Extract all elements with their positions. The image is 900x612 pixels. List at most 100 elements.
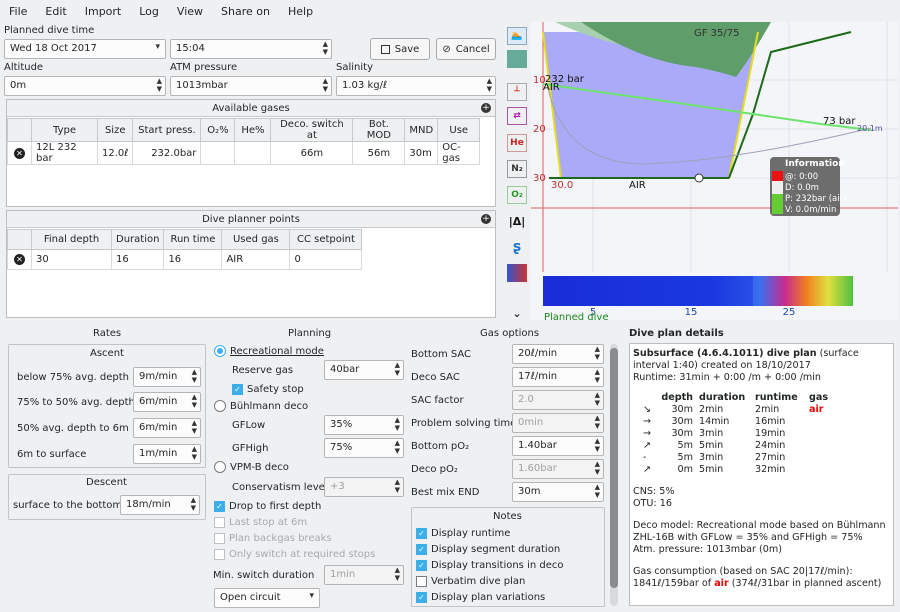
- n2-icon[interactable]: N₂: [507, 160, 527, 178]
- deco-po2-field[interactable]: 1.60bar ▲ ▼: [512, 459, 604, 479]
- dive-profile-graph[interactable]: GF 35/75 232 bar AIR AIR 73 bar 20.1m 30…: [531, 22, 898, 320]
- ascent-rate-field[interactable]: 9m/min ▲ ▼: [133, 367, 201, 387]
- col-header[interactable]: Bot. MOD: [352, 118, 406, 142]
- deco-stop-icon[interactable]: ┴: [507, 83, 527, 101]
- deco-sac-field[interactable]: 17ℓ/min ▲ ▼: [512, 367, 604, 387]
- col-header[interactable]: Deco. switch at: [270, 118, 354, 142]
- circuit-select[interactable]: Open circuit ▾: [214, 588, 320, 608]
- menu-import[interactable]: Import: [76, 5, 131, 18]
- cell[interactable]: 66m: [270, 141, 354, 165]
- col-header[interactable]: Type: [31, 118, 98, 142]
- spin-arrows-icon: ▲ ▼: [394, 416, 400, 432]
- cell[interactable]: 30: [31, 249, 112, 270]
- menu-edit[interactable]: Edit: [36, 5, 75, 18]
- col-header[interactable]: MND: [404, 118, 439, 142]
- col-header[interactable]: Final depth: [31, 229, 112, 250]
- menu-view[interactable]: View: [168, 5, 212, 18]
- add-point-icon[interactable]: +: [481, 214, 491, 224]
- col-header[interactable]: He%: [234, 118, 272, 142]
- table-row[interactable]: ✕ 30 16 16 AIR 0: [7, 249, 363, 270]
- bottom-sac-field[interactable]: 20ℓ/min ▲ ▼: [512, 344, 604, 364]
- col-header[interactable]: Used gas: [221, 229, 291, 250]
- min-switch-field[interactable]: 1min ▲ ▼: [324, 565, 404, 585]
- col-header[interactable]: O₂%: [200, 118, 236, 142]
- gfhigh-field[interactable]: 75% ▲ ▼: [324, 438, 404, 458]
- table-row: ↗ 5m 5min 24min: [643, 440, 786, 451]
- chevron-down-icon[interactable]: ⌄: [507, 304, 527, 322]
- cell[interactable]: 12L 232 bar: [31, 141, 98, 165]
- buhlmann-radio[interactable]: Bühlmann deco: [214, 400, 308, 412]
- o2-icon[interactable]: O₂: [507, 186, 527, 204]
- cell[interactable]: 232.0bar: [132, 141, 202, 165]
- menu-help[interactable]: Help: [279, 5, 322, 18]
- time-field[interactable]: 15:04 ▲ ▼: [170, 39, 332, 59]
- gas-option-label: Best mix END: [411, 487, 480, 498]
- recreational-mode-radio[interactable]: Recreational mode: [214, 345, 324, 357]
- cell[interactable]: 30m: [404, 141, 439, 165]
- calc-ceiling-icon[interactable]: [507, 50, 527, 68]
- ascent-rate-field[interactable]: 6m/min ▲ ▼: [133, 418, 201, 438]
- col-header[interactable]: Start press.: [132, 118, 202, 142]
- altitude-field[interactable]: 0m ▲ ▼: [4, 76, 166, 96]
- conservatism-field[interactable]: +3 ▲ ▼: [324, 477, 404, 497]
- last-stop-checkbox[interactable]: Last stop at 6m: [214, 517, 307, 528]
- cell[interactable]: OC-gas: [437, 141, 481, 165]
- delete-gas-icon[interactable]: ✕: [14, 147, 25, 159]
- scrollbar-thumb[interactable]: [610, 348, 618, 588]
- table-row[interactable]: ✕ 12L 232 bar 12.0ℓ 232.0bar 66m 56m 30m…: [7, 141, 481, 165]
- reserve-gas-field[interactable]: 40bar ▲ ▼: [324, 360, 404, 380]
- safety-stop-checkbox[interactable]: ✓ Safety stop: [232, 384, 304, 395]
- heartrate-icon[interactable]: ʂ: [507, 238, 527, 256]
- cell[interactable]: [200, 141, 236, 165]
- backgas-breaks-checkbox[interactable]: Plan backgas breaks: [214, 533, 332, 544]
- col-header[interactable]: Use: [437, 118, 481, 142]
- drop-first-depth-checkbox[interactable]: ✓ Drop to first depth: [214, 501, 321, 512]
- cell[interactable]: 0: [289, 249, 363, 270]
- menu-file[interactable]: File: [0, 5, 36, 18]
- sac-factor-field[interactable]: 2.0 ▲ ▼: [512, 390, 604, 410]
- gflow-field[interactable]: 35% ▲ ▼: [324, 415, 404, 435]
- date-picker[interactable]: Wed 18 Oct 2017 ▾: [4, 39, 166, 59]
- ascent-rate-field[interactable]: 6m/min ▲ ▼: [133, 392, 201, 412]
- delta-icon[interactable]: |Δ|: [507, 212, 527, 230]
- ascent-rate-field[interactable]: 1m/min ▲ ▼: [133, 444, 201, 464]
- heatmap-icon[interactable]: [507, 264, 527, 282]
- salinity-field[interactable]: 1.03 kg/ℓ ▲ ▼: [336, 76, 496, 96]
- cell[interactable]: 16: [163, 249, 223, 270]
- col-header[interactable]: CC setpoint: [289, 229, 363, 250]
- vpmb-radio[interactable]: VPM-B deco: [214, 461, 289, 473]
- col-header[interactable]: Size: [96, 118, 134, 142]
- add-gas-icon[interactable]: +: [481, 103, 491, 113]
- display-segment-checkbox[interactable]: ✓ Display segment duration: [416, 544, 560, 555]
- cell[interactable]: 12.0ℓ: [96, 141, 134, 165]
- available-gases-title: Available gases: [7, 100, 495, 117]
- menu-share[interactable]: Share on: [212, 5, 279, 18]
- display-variations-checkbox[interactable]: ✓ Display plan variations: [416, 592, 545, 603]
- spin-arrows-icon: ▲ ▼: [191, 445, 197, 461]
- dive-point-handle[interactable]: [694, 173, 704, 183]
- menu-log[interactable]: Log: [130, 5, 168, 18]
- atm-pressure-field[interactable]: 1013mbar ▲ ▼: [170, 76, 332, 96]
- cell[interactable]: 16: [110, 249, 165, 270]
- best-mix-end-field[interactable]: 30m ▲ ▼: [512, 482, 604, 502]
- col-header[interactable]: Duration: [110, 229, 165, 250]
- save-button[interactable]: Save: [370, 38, 430, 60]
- cell[interactable]: 56m: [352, 141, 406, 165]
- he-icon[interactable]: He: [507, 134, 527, 152]
- delete-point-icon[interactable]: ✕: [14, 254, 25, 265]
- display-runtime-checkbox[interactable]: ✓ Display runtime: [416, 528, 510, 539]
- display-transitions-checkbox[interactable]: ✓ Display transitions in deco: [416, 560, 563, 571]
- only-switch-checkbox[interactable]: Only switch at required stops: [214, 549, 375, 560]
- cell[interactable]: [234, 141, 272, 165]
- ruler-tool-icon[interactable]: 🏊: [507, 27, 527, 45]
- problem-time-field[interactable]: 0min ▲ ▼: [512, 413, 604, 433]
- cancel-button[interactable]: ⊘ Cancel: [436, 38, 496, 60]
- cell[interactable]: AIR: [221, 249, 291, 270]
- verbatim-plan-checkbox[interactable]: Verbatim dive plan: [416, 576, 525, 587]
- gases-table: Type Size Start press. O₂% He% Deco. swi…: [7, 118, 481, 165]
- col-header[interactable]: Run time: [163, 229, 223, 250]
- spin-arrows-icon: ▲ ▼: [394, 478, 400, 494]
- descent-rate-field[interactable]: 18m/min ▲ ▼: [120, 495, 200, 515]
- bottom-po2-field[interactable]: 1.40bar ▲ ▼: [512, 436, 604, 456]
- pressure-graph-icon[interactable]: ⇄: [507, 107, 527, 125]
